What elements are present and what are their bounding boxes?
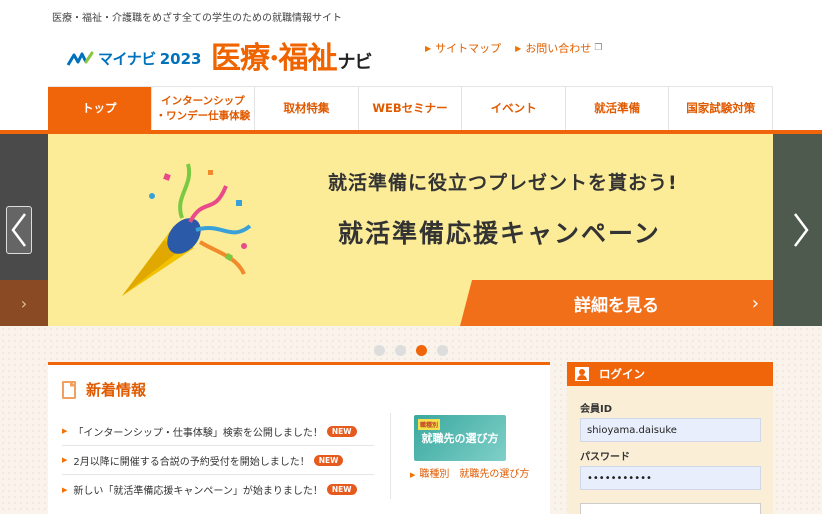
nav-internship-label: インターンシップ ・ワンデー仕事体験	[156, 94, 251, 122]
nav-internship[interactable]: インターンシップ ・ワンデー仕事体験	[152, 87, 256, 130]
document-icon	[62, 380, 76, 399]
new-window-icon: ❐	[594, 43, 603, 53]
password-label: パスワード	[580, 452, 630, 463]
global-nav: トップ インターンシップ ・ワンデー仕事体験 取材特集 WEBセミナー イベント …	[48, 86, 774, 130]
member-id-label: 会員ID	[580, 404, 613, 415]
nav-top[interactable]: トップ	[48, 87, 152, 130]
feature-link[interactable]: ▶ 職種別 就職先の選び方	[410, 465, 529, 480]
sitemap-link-label: サイトマップ	[435, 42, 502, 55]
login-panel: ログイン 会員ID shioyama.daisuke パスワード •••••••…	[567, 362, 773, 514]
feature-link-label: 職種別 就職先の選び方	[419, 469, 530, 480]
news-item-text: 「インターンシップ・仕事体験」検索を公開しました！	[73, 427, 323, 439]
details-button-label: 詳細を見る	[574, 295, 659, 316]
nav-top-label: トップ	[82, 100, 117, 115]
login-title: ログイン	[599, 367, 645, 381]
nav-national-exam[interactable]: 国家試験対策	[669, 87, 774, 130]
chevron-left-icon	[11, 213, 26, 247]
login-button[interactable]	[580, 503, 761, 514]
nav-web-seminar[interactable]: WEBセミナー	[359, 87, 463, 130]
site-logo-text: 医療·福祉	[211, 41, 337, 76]
user-icon	[575, 367, 589, 381]
mynavi-logo[interactable]: マイナビ 2023	[66, 48, 201, 69]
mynavi-brand: マイナビ	[98, 50, 156, 68]
site-tagline: 医療・福祉・介護職をめざす全ての学生のための就職情報サイト	[52, 13, 342, 24]
nav-job-prep[interactable]: 就活準備	[566, 87, 670, 130]
triangle-right-icon: ▶	[62, 456, 68, 464]
chevron-right-icon: ›	[751, 292, 759, 314]
contact-link-label: お問い合わせ	[525, 42, 592, 55]
member-id-input[interactable]: shioyama.daisuke	[580, 418, 761, 442]
password-input[interactable]: •••••••••••	[580, 466, 761, 490]
feature-thumb-tag: 職種別	[418, 419, 441, 430]
utility-links: ▶ サイトマップ ▶ お問い合わせ ❐	[425, 40, 602, 56]
carousel-prev-button[interactable]	[6, 206, 32, 254]
nav-internship-line2: ・ワンデー仕事体験	[155, 109, 251, 122]
chevron-right-icon	[794, 213, 809, 247]
mynavi-year: 2023	[159, 49, 202, 68]
nav-internship-line1: インターンシップ	[161, 95, 245, 108]
triangle-right-icon: ▶	[515, 43, 522, 53]
banner-subtitle: 就活準備に役立つプレゼントを貰おう!	[328, 172, 678, 194]
news-item-text: 2月以降に開催する合説の予約受付を開始しました！	[73, 456, 310, 468]
sitemap-link[interactable]: ▶ サイトマップ	[425, 40, 501, 56]
nav-job-prep-label: 就活準備	[594, 100, 641, 115]
news-header: 新着情報	[62, 379, 146, 400]
mynavi-mark-icon	[66, 51, 94, 66]
banner-title: 就活準備応援キャンペーン	[338, 219, 661, 248]
nav-events[interactable]: イベント	[462, 87, 566, 130]
nav-interviews-label: 取材特集	[283, 100, 330, 115]
triangle-right-icon: ▶	[62, 485, 68, 494]
news-item[interactable]: ▶ 2月以降に開催する合説の予約受付を開始しました！ NEW	[62, 446, 374, 475]
new-badge: NEW	[326, 425, 357, 437]
news-list: ▶ 「インターンシップ・仕事体験」検索を公開しました！ NEW ▶ 2月以降に開…	[62, 417, 374, 504]
carousel-indicators	[374, 345, 448, 356]
news-item[interactable]: ▶ 新しい「就活準備応援キャンペーン」が始まりました！ NEW	[62, 475, 374, 504]
feature-thumb-title: 就職先の選び方	[421, 432, 499, 445]
site-logo-suffix: ナビ	[337, 52, 372, 73]
nav-national-exam-label: 国家試験対策	[686, 100, 756, 115]
hero-carousel: › 就活準備に役立つプレゼントを貰おう! 就活準備応援キャンペーン 詳細を見る …	[0, 134, 822, 326]
login-header: ログイン	[567, 362, 773, 386]
nav-interviews[interactable]: 取材特集	[255, 87, 359, 130]
news-title: 新着情報	[86, 381, 147, 399]
details-button[interactable]: 詳細を見る ›	[460, 280, 773, 326]
triangle-right-icon: ▶	[425, 43, 432, 53]
carousel-dot-active[interactable]	[416, 345, 427, 356]
site-logo[interactable]: 医療·福祉ナビ	[211, 33, 372, 77]
news-panel: 新着情報 ▶ 「インターンシップ・仕事体験」検索を公開しました！ NEW ▶ 2…	[48, 362, 550, 514]
campaign-banner[interactable]: 就活準備に役立つプレゼントを貰おう! 就活準備応援キャンペーン 詳細を見る ›	[48, 134, 773, 326]
triangle-right-icon: ▶	[62, 427, 68, 435]
new-badge: NEW	[326, 484, 357, 495]
nav-web-seminar-label: WEBセミナー	[372, 100, 448, 115]
contact-link[interactable]: ▶ お問い合わせ ❐	[515, 40, 602, 56]
news-divider	[390, 413, 391, 499]
carousel-dot[interactable]	[395, 345, 406, 356]
carousel-dot[interactable]	[437, 345, 448, 356]
carousel-dot[interactable]	[374, 345, 385, 356]
news-item-text: 新しい「就活準備応援キャンペーン」が始まりました！	[73, 486, 323, 497]
triangle-right-icon: ▶	[410, 471, 416, 479]
news-item[interactable]: ▶ 「インターンシップ・仕事体験」検索を公開しました！ NEW	[62, 417, 374, 446]
prev-slide-chevron-icon: ›	[0, 280, 48, 326]
nav-events-label: イベント	[490, 100, 537, 115]
party-popper-icon	[122, 163, 252, 296]
carousel-next-button[interactable]	[788, 206, 814, 254]
new-badge: NEW	[313, 454, 344, 466]
feature-thumbnail[interactable]: 職種別 就職先の選び方	[414, 415, 506, 461]
